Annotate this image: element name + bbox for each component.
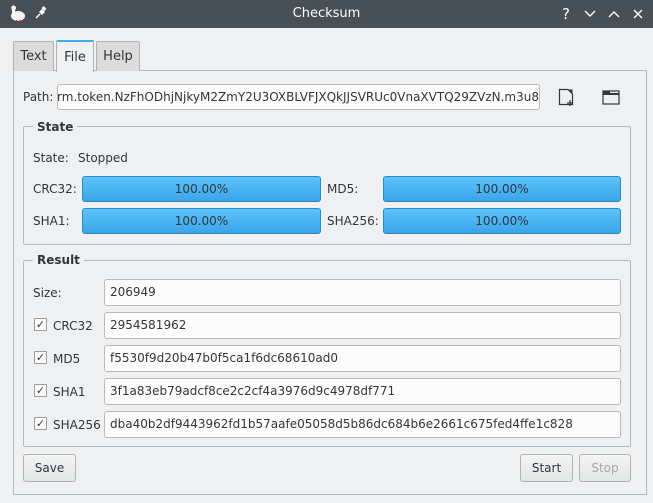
sha256-progress-bar: 100.00% — [383, 208, 621, 234]
open-folder-button[interactable] — [599, 85, 623, 109]
size-field[interactable]: 206949 — [104, 279, 621, 306]
sha256-progress-label: SHA256: — [327, 214, 379, 228]
sha1-progress-bar: 100.00% — [82, 208, 321, 234]
tab-file[interactable]: File — [56, 40, 94, 72]
crc32-progress-text: 100.00% — [174, 182, 229, 196]
sha1-field[interactable]: 3f1a83eb79adcf8ce2c2cf4a3976d9c4978df771 — [104, 378, 621, 405]
md5-label: MD5 — [53, 352, 81, 366]
md5-progress-text: 100.00% — [475, 182, 529, 196]
save-button[interactable]: Save — [23, 454, 76, 482]
crc32-field[interactable]: 2954581962 — [104, 312, 621, 339]
md5-field[interactable]: f5530f9d20b47b0f5ca1f6dc68610ad0 — [104, 345, 621, 372]
state-value: Stopped — [78, 151, 128, 165]
folder-open-icon — [602, 90, 620, 105]
size-label: Size: — [33, 286, 62, 300]
path-value: /oddrm.token.NzFhODhjNjkyM2ZmY2U3OXBLVFJ… — [57, 90, 539, 104]
sha256-label: SHA256 — [53, 418, 101, 432]
result-group-title: Result — [33, 253, 84, 267]
state-group-title: State — [33, 120, 78, 134]
md5-progress-bar: 100.00% — [383, 176, 621, 202]
sha256-progress-text: 100.00% — [475, 214, 529, 228]
sha256-checkbox[interactable]: ✓ — [34, 417, 47, 430]
chevron-down-icon — [584, 10, 596, 17]
chevron-up-icon — [608, 11, 620, 18]
crc32-label: CRC32 — [53, 319, 93, 333]
tab-text[interactable]: Text — [13, 41, 54, 71]
sha1-checkbox[interactable]: ✓ — [34, 384, 47, 397]
title-bar: Checksum ? — [0, 0, 653, 28]
stop-button[interactable]: Stop — [579, 454, 631, 482]
new-file-button[interactable] — [554, 85, 578, 109]
md5-progress-label: MD5: — [327, 182, 359, 196]
help-button[interactable]: ? — [557, 5, 575, 23]
start-button[interactable]: Start — [520, 454, 573, 482]
state-label: State: — [33, 151, 69, 165]
sha1-progress-text: 100.00% — [174, 214, 229, 228]
window-title: Checksum — [292, 6, 361, 21]
close-icon — [633, 9, 643, 19]
md5-checkbox[interactable]: ✓ — [34, 351, 47, 364]
new-file-icon — [558, 88, 574, 106]
close-button[interactable] — [629, 5, 647, 23]
tab-help[interactable]: Help — [96, 41, 140, 71]
sha256-field[interactable]: dba40b2df9443962fd1b57aafe05058d5b86dc68… — [104, 411, 621, 438]
sha1-label: SHA1 — [53, 385, 86, 399]
path-input[interactable]: /oddrm.token.NzFhODhjNjkyM2ZmY2U3OXBLVFJ… — [57, 84, 540, 110]
crc32-checkbox[interactable]: ✓ — [34, 318, 47, 331]
minimize-button[interactable] — [581, 5, 599, 23]
crc32-progress-bar: 100.00% — [82, 176, 321, 202]
sha1-progress-label: SHA1: — [33, 214, 70, 228]
crc32-progress-label: CRC32: — [33, 182, 77, 196]
path-label: Path: — [23, 90, 54, 104]
maximize-button[interactable] — [605, 5, 623, 23]
